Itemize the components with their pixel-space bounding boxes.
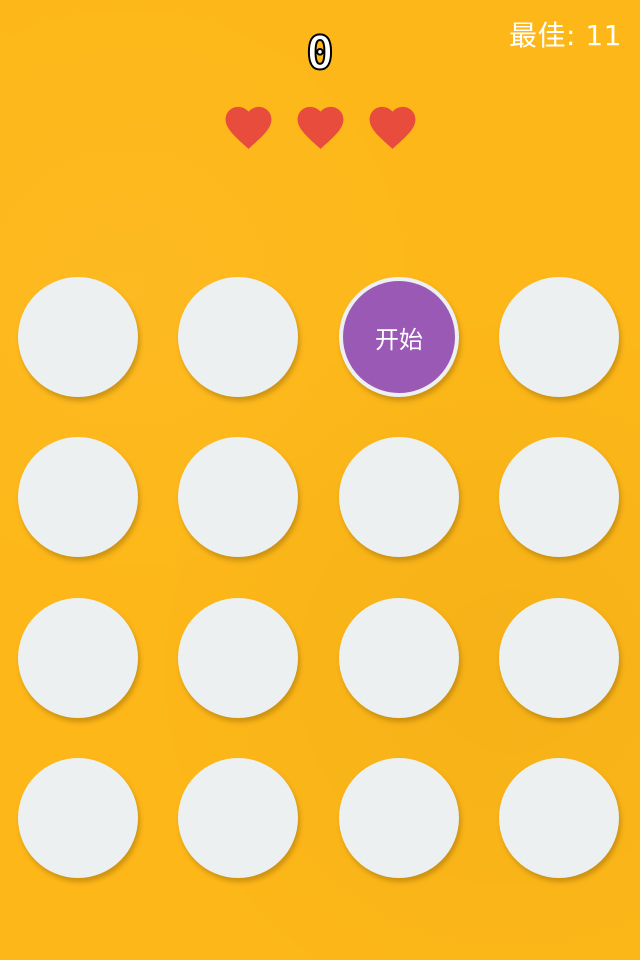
- board-cell[interactable]: [178, 598, 298, 718]
- board-cell[interactable]: [499, 758, 619, 878]
- start-button[interactable]: 开始: [339, 277, 459, 397]
- board-cell[interactable]: [18, 758, 138, 878]
- heart-icon: [293, 100, 348, 155]
- board-cell[interactable]: [339, 758, 459, 878]
- board-cell[interactable]: [18, 277, 138, 397]
- current-score: 0: [305, 25, 335, 81]
- board-cell[interactable]: [339, 437, 459, 557]
- board-cell[interactable]: [499, 277, 619, 397]
- heart-icon: [365, 100, 420, 155]
- start-button-label: 开始: [375, 325, 423, 354]
- board-cell[interactable]: [18, 598, 138, 718]
- board-cell[interactable]: [18, 437, 138, 557]
- game-board: 开始: [18, 277, 622, 881]
- lives-bar: [0, 100, 640, 160]
- board-cell[interactable]: [178, 437, 298, 557]
- board-cell[interactable]: [178, 758, 298, 878]
- board-cell[interactable]: [499, 598, 619, 718]
- game-screen: 最佳: 11 0 开始: [0, 0, 640, 960]
- heart-icon: [221, 100, 276, 155]
- board-cell[interactable]: [178, 277, 298, 397]
- board-cell[interactable]: [499, 437, 619, 557]
- board-cell[interactable]: [339, 598, 459, 718]
